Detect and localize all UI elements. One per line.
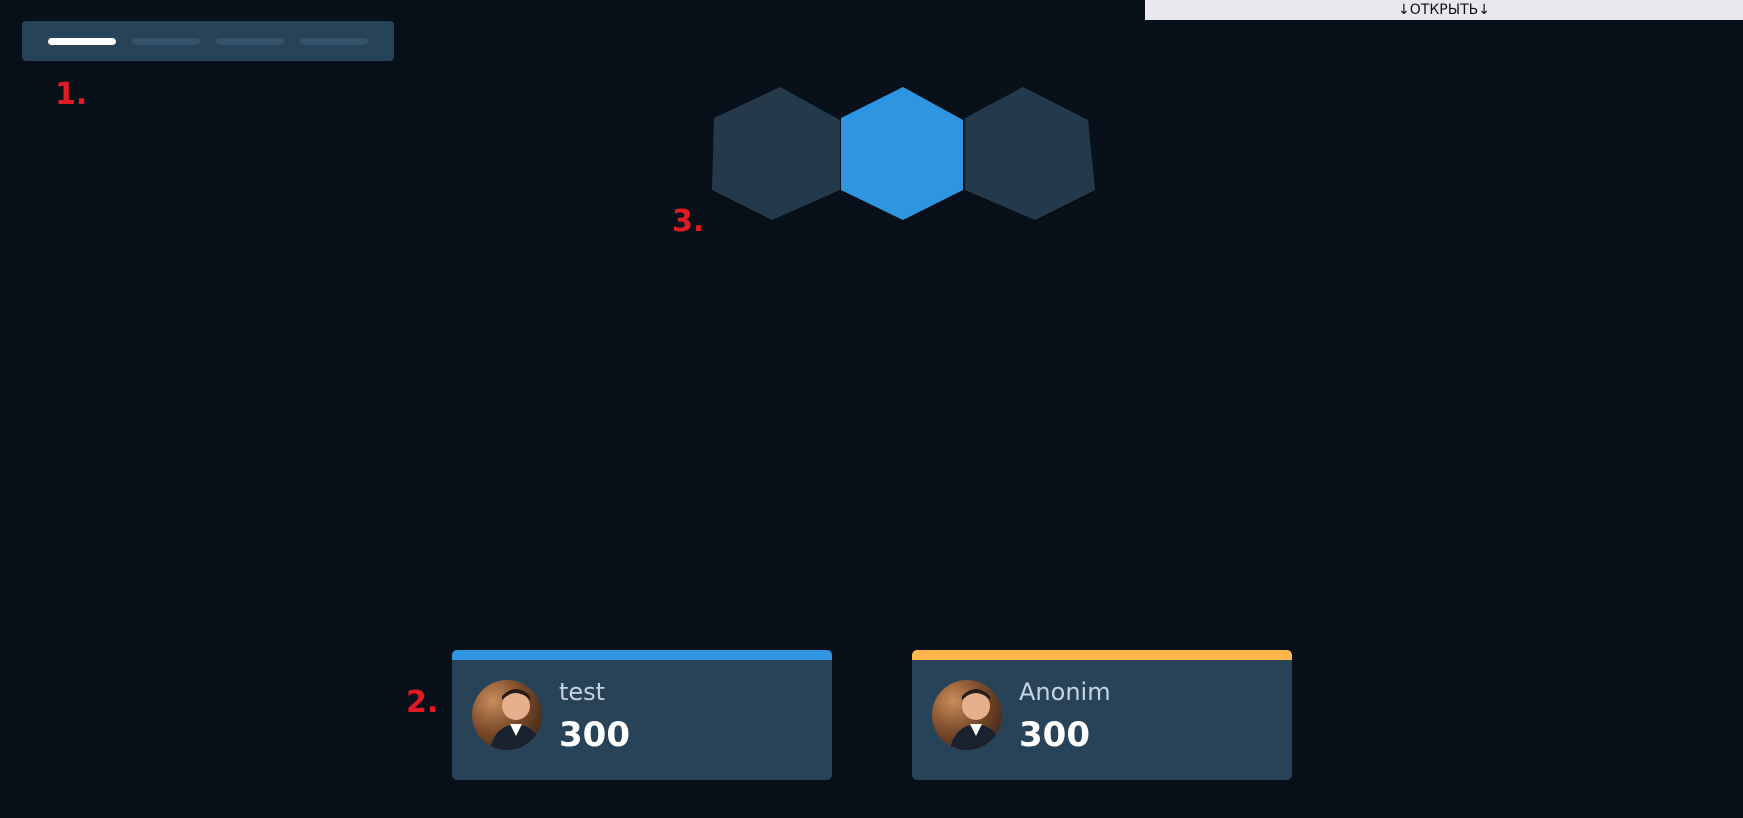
step-indicator bbox=[22, 21, 394, 61]
player-score: 300 bbox=[559, 715, 630, 755]
game-screen: ↓ОТКРЫТЬ↓ 1. 2. 3. test 300 Anonim 300 bbox=[0, 0, 1743, 818]
open-button[interactable]: ↓ОТКРЫТЬ↓ bbox=[1145, 0, 1743, 20]
hexagon-tile-active[interactable] bbox=[841, 87, 963, 220]
player-name: test bbox=[559, 678, 606, 706]
hexagon-row bbox=[712, 87, 1095, 220]
player-card: Anonim 300 bbox=[912, 650, 1292, 780]
player-card: test 300 bbox=[452, 650, 832, 780]
avatar bbox=[932, 680, 1002, 750]
player-accent-bar bbox=[912, 650, 1292, 660]
hexagon-tile[interactable] bbox=[712, 87, 840, 220]
annotation-1: 1. bbox=[55, 77, 88, 112]
avatar bbox=[472, 680, 542, 750]
hexagon-tile[interactable] bbox=[965, 87, 1095, 220]
step-dash bbox=[300, 37, 368, 45]
step-dash bbox=[132, 37, 200, 45]
player-score: 300 bbox=[1019, 715, 1090, 755]
player-name: Anonim bbox=[1019, 678, 1111, 706]
player-accent-bar bbox=[452, 650, 832, 660]
step-dash-active bbox=[48, 37, 116, 45]
step-dash bbox=[216, 37, 284, 45]
annotation-2: 2. bbox=[406, 685, 439, 720]
